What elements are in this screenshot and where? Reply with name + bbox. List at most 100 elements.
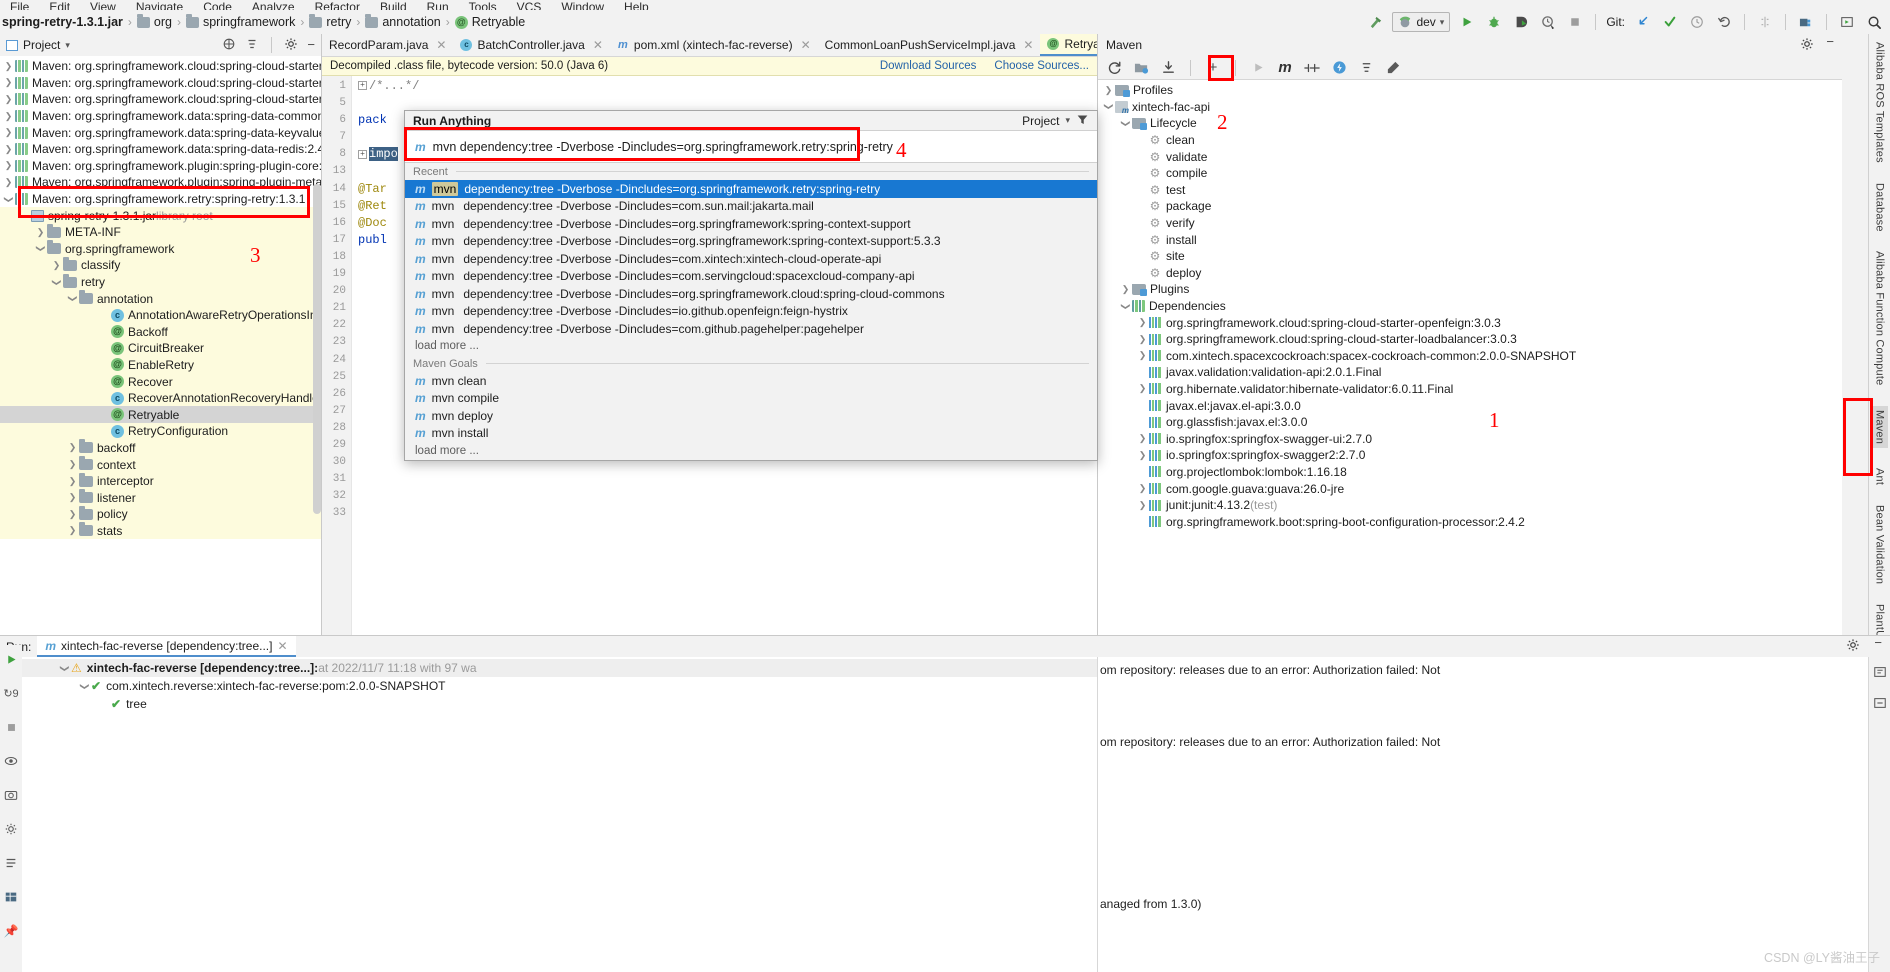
run-icon[interactable] <box>1457 12 1477 32</box>
toggle-offline-icon[interactable] <box>1304 60 1320 76</box>
maven-tree-row[interactable]: org.springframework.boot:spring-boot-con… <box>1098 513 1842 530</box>
download-sources-link[interactable]: Download Sources <box>880 60 977 72</box>
chevron-down-icon[interactable]: ▾ <box>1440 17 1445 28</box>
maven-tree-row[interactable]: ❯ org.hibernate.validator:hibernate-valid… <box>1098 381 1842 398</box>
chevron-right-icon[interactable]: ❯ <box>2 77 15 88</box>
tree-row[interactable]: ❯ Maven: org.springframework.cloud:spring… <box>0 75 321 92</box>
maven-tree-row[interactable]: ⚙ test <box>1098 182 1842 199</box>
fold-icon[interactable]: + <box>358 149 367 159</box>
menu-item-file[interactable]: File <box>0 1 39 10</box>
run-result-tree[interactable]: ❯ ⚠ xintech-fac-reverse [dependency:tree..… <box>22 657 1097 972</box>
run-anything-input[interactable]: m mvn dependency:tree -Dverbose -Dinclud… <box>405 130 1097 163</box>
menu-item-view[interactable]: View <box>80 1 126 10</box>
menu-item-tools[interactable]: Tools <box>459 1 507 10</box>
maven-tree-row[interactable]: ❯ io.springfox:springfox-swagger2:2.7.0 <box>1098 447 1842 464</box>
menu-item-window[interactable]: Window <box>551 1 614 10</box>
chevron-down-icon[interactable]: ❯ <box>1120 117 1131 130</box>
recent-command-item[interactable]: m mvn dependency:tree -Dverbose -Dincludes… <box>405 232 1097 250</box>
git-update-icon[interactable] <box>1633 12 1653 32</box>
breadcrumb-root[interactable]: spring-retry-1.3.1.jar <box>2 15 123 29</box>
chevron-down-icon[interactable]: ❯ <box>3 193 14 206</box>
breadcrumb-item-annotation[interactable]: annotation <box>365 13 441 29</box>
menu-item-help[interactable]: Help <box>614 1 659 10</box>
load-more-recent[interactable]: load more ... <box>405 337 1097 355</box>
chevron-right-icon[interactable]: ❯ <box>1136 433 1149 444</box>
recent-commands-list[interactable]: m mvn dependency:tree -Dverbose -Dincludes… <box>405 180 1097 338</box>
chevron-right-icon[interactable]: ❯ <box>1119 284 1132 295</box>
pin-icon[interactable]: 📌 <box>3 923 19 939</box>
maven-tree-row[interactable]: ❯ io.springfox:springfox-swagger-ui:2.7.0 <box>1098 430 1842 447</box>
chevron-right-icon[interactable]: ❯ <box>66 476 79 487</box>
maven-goal-item[interactable]: m mvn install <box>405 424 1097 442</box>
maven-tree-row[interactable]: ❯ org.springframework.cloud:spring-cloud-… <box>1098 314 1842 331</box>
presentation-icon[interactable] <box>1837 12 1857 32</box>
chevron-right-icon[interactable]: ❯ <box>2 160 15 171</box>
recent-command-item[interactable]: m mvn dependency:tree -Dverbose -Dincludes… <box>405 285 1097 303</box>
download-sources-icon[interactable] <box>1160 60 1176 76</box>
chevron-down-icon[interactable]: ❯ <box>51 276 62 289</box>
tree-row[interactable]: ❯ retry <box>0 273 321 291</box>
tree-row[interactable]: ❯ backoff <box>0 439 321 457</box>
chevron-right-icon[interactable]: ❯ <box>1136 334 1149 345</box>
chevron-right-icon[interactable]: ❯ <box>50 260 63 271</box>
search-everywhere-icon[interactable] <box>1864 12 1884 32</box>
load-more-goals[interactable]: load more ... <box>405 442 1097 460</box>
tool-window-button-bean-validation[interactable]: Bean Validation <box>1874 505 1886 584</box>
recent-command-item[interactable]: m mvn dependency:tree -Dverbose -Dincludes… <box>405 250 1097 268</box>
chevron-down-icon[interactable]: ❯ <box>1103 100 1114 113</box>
choose-sources-link[interactable]: Choose Sources... <box>994 60 1089 72</box>
tree-row[interactable]: @ CircuitBreaker <box>0 340 321 357</box>
chevron-down-icon[interactable]: ▾ <box>65 40 70 51</box>
collapse-all-icon[interactable] <box>245 37 259 54</box>
chevron-right-icon[interactable]: ❯ <box>2 144 15 155</box>
tree-row[interactable]: ❯ Maven: org.springframework.plugin:sprin… <box>0 158 321 175</box>
hide-panel-icon[interactable]: − <box>307 38 315 51</box>
tree-row[interactable]: ❯ annotation <box>0 290 321 307</box>
align-icon[interactable] <box>3 855 19 871</box>
chevron-down-icon[interactable]: ❯ <box>1120 300 1131 313</box>
maven-tree-row[interactable]: ⚙ deploy <box>1098 265 1842 282</box>
menu-item-edit[interactable]: Edit <box>39 1 80 10</box>
tree-row[interactable]: ❯ Maven: org.springframework.cloud:spring… <box>0 91 321 108</box>
run-configuration-selector[interactable]: dev ▾ <box>1392 12 1451 32</box>
camera-icon[interactable] <box>3 787 19 803</box>
chevron-right-icon[interactable]: ❯ <box>1136 350 1149 361</box>
close-icon[interactable]: ✕ <box>277 639 287 653</box>
chevron-right-icon[interactable]: ❯ <box>66 525 79 536</box>
maven-tree-row[interactable]: ❯ Plugins <box>1098 281 1842 298</box>
tree-row[interactable]: ❯ Maven: org.springframework.data:spring-… <box>0 108 321 125</box>
close-icon[interactable]: ✕ <box>801 38 811 52</box>
tree-row[interactable]: c AnnotationAwareRetryOperationsIntercep <box>0 306 321 324</box>
chevron-right-icon[interactable]: ❯ <box>1136 383 1149 394</box>
editor-tab[interactable]: CommonLoanPushServiceImpl.java ✕ <box>818 34 1041 56</box>
run-tree-row[interactable]: ✔ tree <box>22 695 1097 713</box>
maven-tree-row[interactable]: org.projectlombok:lombok:1.16.18 <box>1098 464 1842 481</box>
chevron-right-icon[interactable]: ❯ <box>66 492 79 503</box>
debug-icon[interactable] <box>1484 12 1504 32</box>
maven-goal-item[interactable]: m mvn clean <box>405 372 1097 390</box>
tool-window-button-database[interactable]: Database <box>1874 183 1886 232</box>
project-tree-scrollbar[interactable] <box>313 184 321 514</box>
maven-tree-row[interactable]: ⚙ compile <box>1098 165 1842 182</box>
run-tab[interactable]: m xintech-fac-reverse [dependency:tree..… <box>37 636 296 657</box>
maven-goal-item[interactable]: m mvn deploy <box>405 407 1097 425</box>
add-maven-projects-icon[interactable] <box>1133 60 1149 76</box>
maven-tree-row[interactable]: ⚙ clean <box>1098 132 1842 149</box>
gear-icon[interactable] <box>1800 37 1814 54</box>
chevron-right-icon[interactable]: ❯ <box>66 442 79 453</box>
tree-row[interactable]: ❯ stats <box>0 522 321 540</box>
tree-row[interactable]: @ EnableRetry <box>0 356 321 374</box>
chevron-right-icon[interactable]: ❯ <box>2 111 15 122</box>
tree-row[interactable]: @ Retryable <box>0 406 321 424</box>
tree-row[interactable]: @ Recover <box>0 373 321 390</box>
maven-goals-list[interactable]: m mvn clean m mvn compile m mvn deploy m mvn in… <box>405 372 1097 442</box>
editor-tab[interactable]: RecordParam.java ✕ <box>322 34 453 56</box>
chevron-down-icon[interactable]: ❯ <box>35 242 46 255</box>
tree-row[interactable]: ❯ listener <box>0 489 321 507</box>
scroll-from-source-icon[interactable] <box>222 37 236 54</box>
breadcrumb-leaf[interactable]: @ Retryable <box>454 15 525 29</box>
recent-command-item[interactable]: m mvn dependency:tree -Dverbose -Dincludes… <box>405 320 1097 338</box>
hammer-build-icon[interactable] <box>1365 12 1385 32</box>
maven-tree-row[interactable]: ❯ Lifecycle <box>1098 115 1842 132</box>
menu-item-refactor[interactable]: Refactor <box>305 1 370 10</box>
